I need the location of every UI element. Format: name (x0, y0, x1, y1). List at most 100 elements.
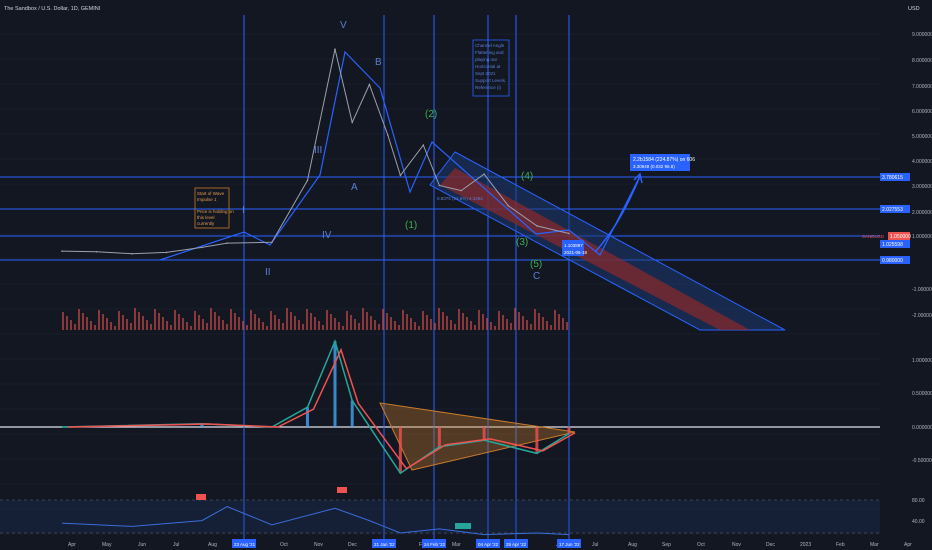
volume-bar (146, 320, 148, 330)
volume-bar (90, 321, 92, 330)
level-lines[interactable] (0, 176, 880, 428)
volume-bar (426, 315, 428, 330)
price-point (568, 232, 570, 235)
price-tick-8: 1.000000 (912, 234, 932, 240)
wave-g1: (1) (405, 220, 417, 231)
price-tick-6: 3.000000 (912, 184, 932, 190)
rsi-sell-mark-2 (337, 487, 347, 493)
volume-bar (370, 316, 372, 330)
volume-bar (62, 312, 64, 330)
volume-bar (478, 310, 480, 330)
price-tick-1: 8.000000 (912, 58, 932, 64)
month-label-0: Apr (68, 542, 76, 548)
note-left-line-0: Start of Wave (197, 191, 225, 196)
volume-bar (138, 312, 140, 330)
volume-bar (362, 308, 364, 330)
annotation-left: Start of Wave Impulse 1 Price is holding… (194, 187, 234, 229)
volume-bar (442, 312, 444, 330)
volume-bar (334, 318, 336, 330)
volume-bar (166, 321, 168, 330)
date-badge-5: 17 Jun '22 (559, 542, 580, 547)
price-point (507, 204, 510, 207)
volume-bar (342, 326, 344, 330)
wave-g4: (4) (521, 171, 533, 182)
month-label-5: Oct (280, 542, 288, 548)
month-label-15: Nov (732, 542, 741, 548)
volume-bar (546, 321, 548, 330)
volume-bar (530, 324, 532, 330)
volume-bar (234, 313, 236, 330)
volume-bar (318, 321, 320, 330)
rsi-sell-mark-1 (196, 494, 206, 500)
date-lines[interactable] (243, 15, 570, 540)
volume-bar (358, 323, 360, 330)
volume-bars (62, 308, 568, 330)
chart-canvas[interactable]: Start of Wave Impulse 1 Price is holding… (0, 0, 932, 550)
price-badge-0: 3.780615 (882, 175, 903, 181)
volume-bar (98, 310, 100, 330)
wave-A: A (351, 182, 358, 193)
price-point (271, 241, 273, 244)
volume-bar (374, 320, 376, 330)
price-point (368, 83, 371, 86)
current-price-label: SANDUSD (862, 234, 885, 239)
volume-bar (526, 320, 528, 330)
month-label-7: Dec (348, 542, 357, 548)
macd-tick-1: 0.500000 (912, 391, 932, 397)
volume-bar (118, 311, 120, 330)
volume-bar (226, 324, 228, 330)
price-axis[interactable]: 9.000000 8.000000 7.000000 6.000000 5.000000… (912, 32, 932, 525)
month-label-16: Dec (766, 542, 775, 548)
volume-bar (454, 324, 456, 330)
current-box-line-0: 1.103897 (564, 243, 583, 248)
volume-bar (282, 323, 284, 330)
volume-bar (182, 318, 184, 330)
month-label-20: Apr (904, 542, 912, 548)
volume-bar (102, 314, 104, 330)
macd-bar (333, 341, 337, 427)
price-tick-0: 9.000000 (912, 32, 932, 38)
month-label-6: Nov (314, 542, 323, 548)
note-right-line-1: Flattening and (475, 50, 504, 55)
target-box[interactable]: 2.2b1584 (224.87%) on 606 3.30949 (0.032… (630, 154, 695, 171)
month-label-13: Sep (662, 542, 671, 548)
wave-B: B (375, 57, 382, 68)
price-tick-10: -2.000000 (912, 313, 932, 319)
volume-bar (430, 319, 432, 330)
volume-bar (422, 311, 424, 330)
volume-bar (458, 309, 460, 330)
macd-bar (350, 400, 354, 427)
volume-bar (350, 315, 352, 330)
target-line-0: 2.2b1584 (224.87%) on 606 (633, 157, 695, 163)
volume-bar (306, 309, 308, 330)
volume-bar (110, 322, 112, 330)
volume-bar (150, 324, 152, 330)
price-point (386, 134, 389, 136)
volume-bar (402, 310, 404, 330)
volume-bar (154, 309, 156, 330)
price-point (165, 251, 168, 254)
volume-bar (70, 320, 72, 330)
volume-bar (534, 309, 536, 330)
volume-bar (322, 325, 324, 330)
price-point (95, 250, 98, 253)
price-point (131, 252, 133, 255)
volume-bar (302, 324, 304, 330)
price-point (201, 246, 203, 249)
volume-bar (122, 315, 124, 330)
volume-bar (506, 319, 508, 330)
volume-bar (178, 314, 180, 330)
volume-bar (390, 317, 392, 330)
time-axis[interactable]: AprMayJunJulAugOctNovDecFebMarJunJulAugS… (68, 539, 912, 548)
month-label-19: Mar (870, 542, 879, 548)
volume-bar (366, 312, 368, 330)
rsi-buy-mark (455, 523, 471, 529)
volume-bar (218, 316, 220, 330)
price-point (306, 179, 309, 182)
volume-bar (130, 323, 132, 330)
volume-bar (414, 322, 416, 330)
volume-bar (486, 318, 488, 330)
volume-bar (466, 317, 468, 330)
month-label-9: Mar (452, 542, 461, 548)
volume-bar (314, 317, 316, 330)
